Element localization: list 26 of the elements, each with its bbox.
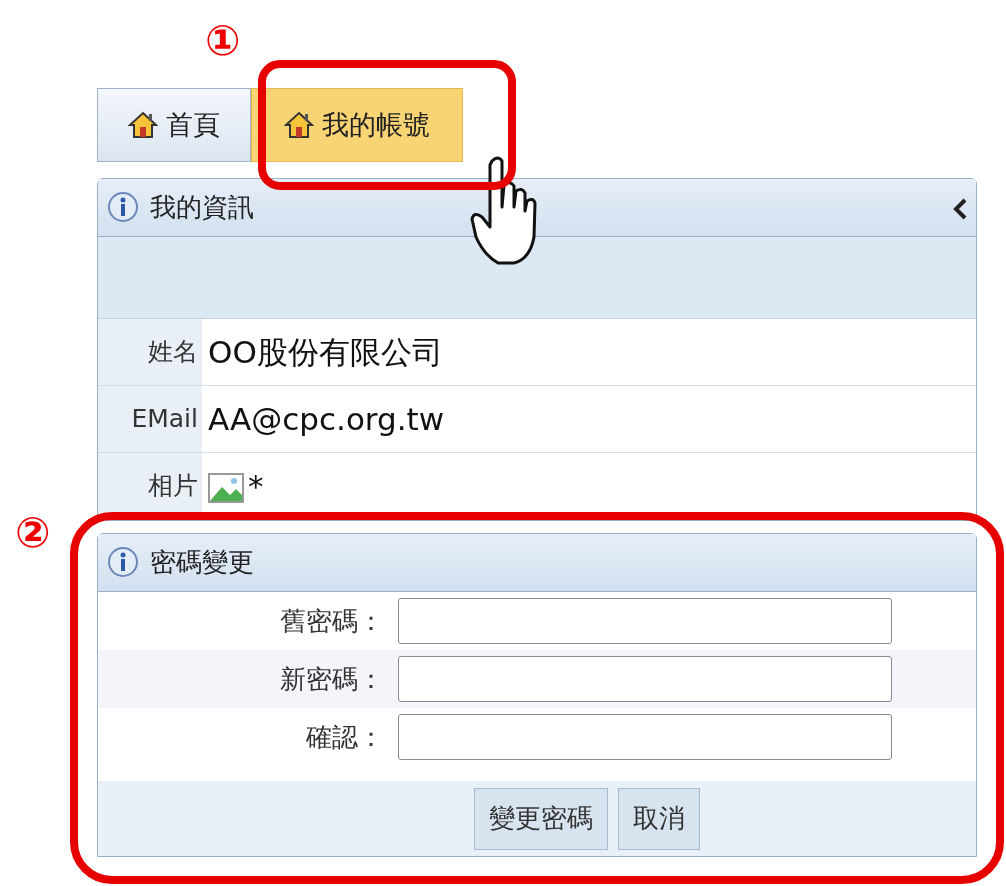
field-label: EMail [98,386,202,452]
info-icon [106,545,140,580]
step-number: ① [205,20,241,62]
field-value: OO股份有限公司 [208,332,443,372]
password-field[interactable] [398,714,892,760]
info-icon [106,190,140,225]
tab[interactable]: 首頁 [97,88,251,162]
field-label: 舊密碼： [279,604,385,638]
field-value: AA@cpc.org.tw [208,399,445,439]
panel-title: 我的資訊 [150,191,254,224]
field-value: * [248,466,264,506]
broken-image-icon [208,473,244,504]
collapse-icon[interactable] [952,197,968,220]
password-field[interactable] [398,598,892,644]
house-icon [128,111,158,139]
tab[interactable]: 我的帳號 [251,88,463,162]
field-label: 新密碼： [279,662,385,696]
password-field[interactable] [398,656,892,702]
hand-cursor-icon [470,155,538,267]
house-icon [284,111,314,139]
field-label: 姓名 [98,319,202,385]
form-button[interactable]: 取消 [618,787,700,850]
step-number: ② [15,512,51,554]
form-button[interactable]: 變更密碼 [474,787,608,850]
panel-title: 密碼變更 [150,546,254,579]
field-label: 確認： [305,720,385,754]
